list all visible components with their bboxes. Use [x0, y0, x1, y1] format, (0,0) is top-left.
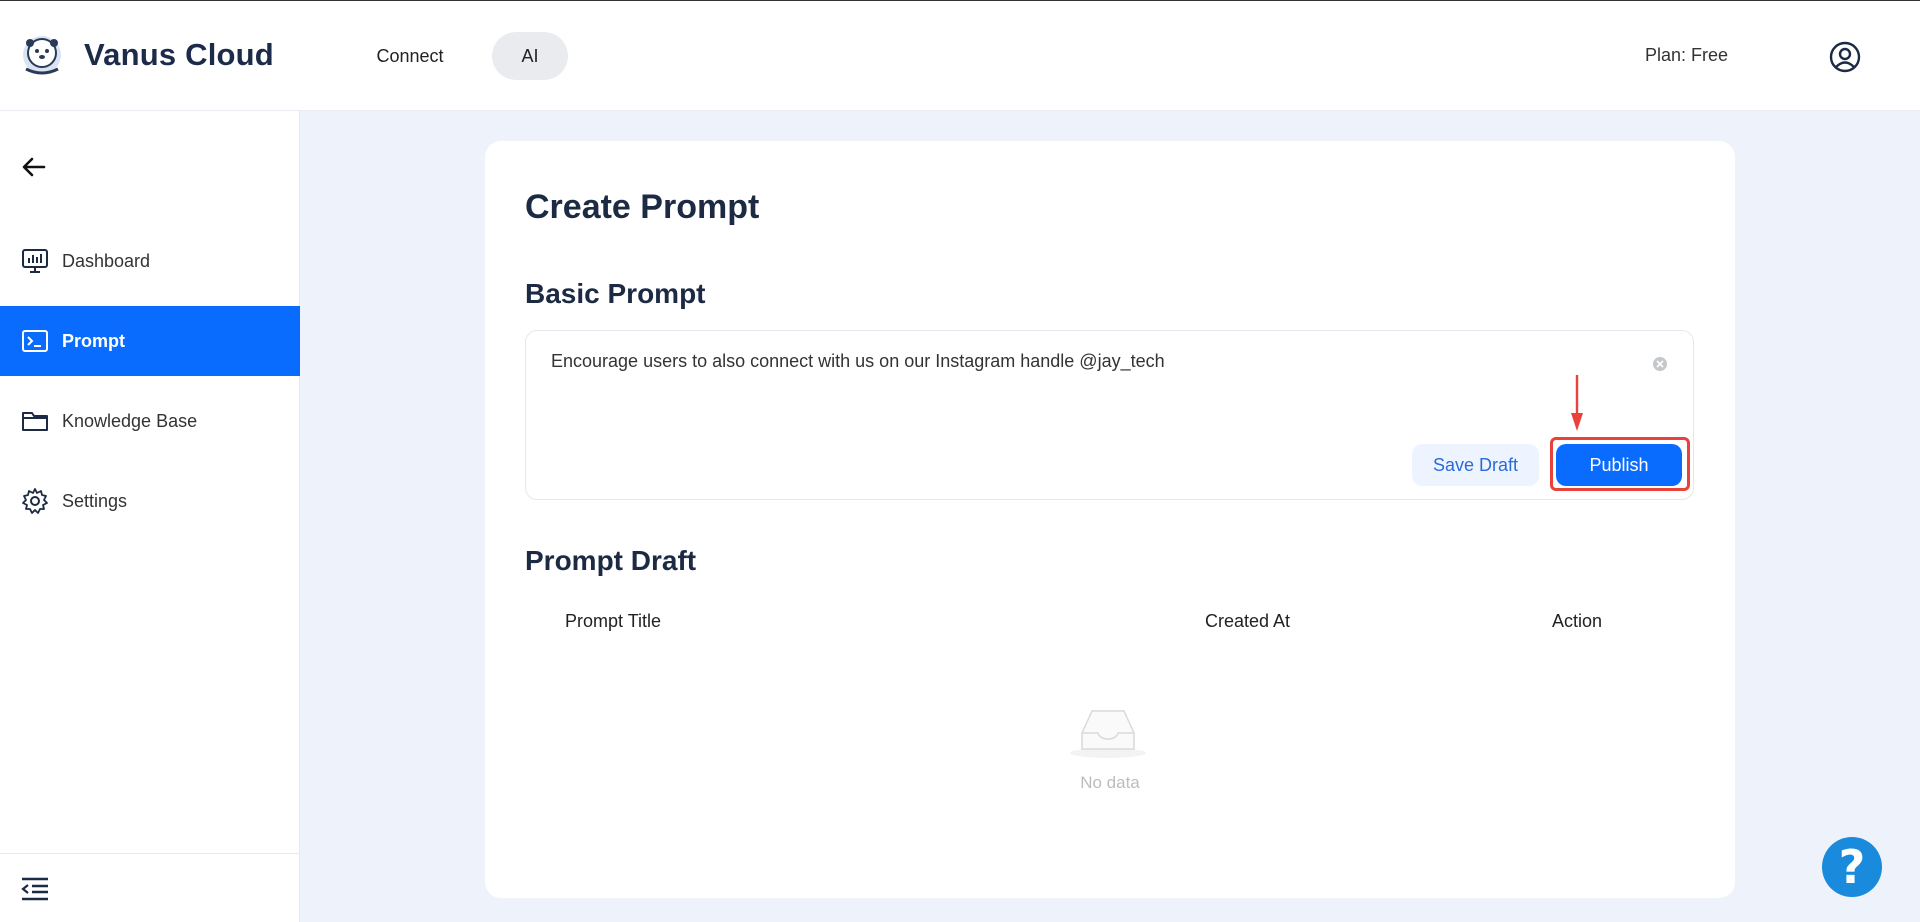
sidebar-item-label: Prompt: [62, 330, 125, 351]
account-icon[interactable]: [1829, 41, 1861, 73]
help-button[interactable]: ?: [1822, 837, 1882, 897]
basic-prompt-title: Basic Prompt: [525, 278, 706, 309]
plan-label: Plan: Free: [1645, 45, 1729, 65]
dashboard-icon: [22, 249, 48, 273]
column-header-created-at: Created At: [1205, 611, 1291, 631]
sidebar-item-label: Knowledge Base: [62, 410, 198, 431]
prompt-draft-title: Prompt Draft: [525, 545, 697, 576]
column-header-prompt-title: Prompt Title: [565, 611, 662, 631]
sidebar-item-settings[interactable]: Settings: [0, 466, 300, 536]
nav-connect[interactable]: Connect: [352, 32, 468, 80]
sidebar: Dashboard Prompt Knowledge Base Settings: [0, 111, 300, 922]
folder-icon: [22, 412, 48, 431]
sidebar-item-label: Dashboard: [62, 250, 151, 271]
gear-icon: [22, 488, 48, 514]
nav-ai[interactable]: AI: [492, 32, 568, 80]
column-header-action: Action: [1552, 611, 1603, 631]
prompt-input-box[interactable]: Encourage users to also connect with us …: [525, 330, 1694, 500]
top-header: Vanus Cloud Connect AI Plan: Free: [0, 0, 1920, 111]
publish-button[interactable]: Publish: [1556, 444, 1682, 486]
sidebar-item-prompt[interactable]: Prompt: [0, 306, 300, 376]
empty-inbox-icon: [1070, 710, 1146, 758]
sidebar-item-dashboard[interactable]: Dashboard: [0, 226, 300, 296]
help-label: ?: [1838, 840, 1866, 894]
collapse-menu-icon[interactable]: [20, 876, 50, 902]
save-draft-button[interactable]: Save Draft: [1412, 444, 1539, 486]
terminal-icon: [22, 330, 48, 352]
draft-table-header: Prompt Title Created At Action: [525, 591, 1694, 651]
prompt-textarea[interactable]: Encourage users to also connect with us …: [551, 350, 1601, 372]
create-prompt-card: Create Prompt Basic Prompt Encourage use…: [485, 141, 1735, 898]
clear-icon[interactable]: [1652, 356, 1668, 372]
empty-state-text: No data: [1080, 773, 1140, 792]
sidebar-footer: [0, 853, 300, 922]
page-title: Create Prompt: [525, 188, 760, 226]
sidebar-item-label: Settings: [62, 490, 128, 511]
sidebar-item-knowledge-base[interactable]: Knowledge Base: [0, 386, 300, 456]
back-arrow-icon[interactable]: [20, 153, 48, 181]
down-arrow-annotation-icon: [1571, 375, 1583, 431]
otter-logo-icon: [23, 36, 61, 75]
brand-name: Vanus Cloud: [84, 37, 274, 72]
